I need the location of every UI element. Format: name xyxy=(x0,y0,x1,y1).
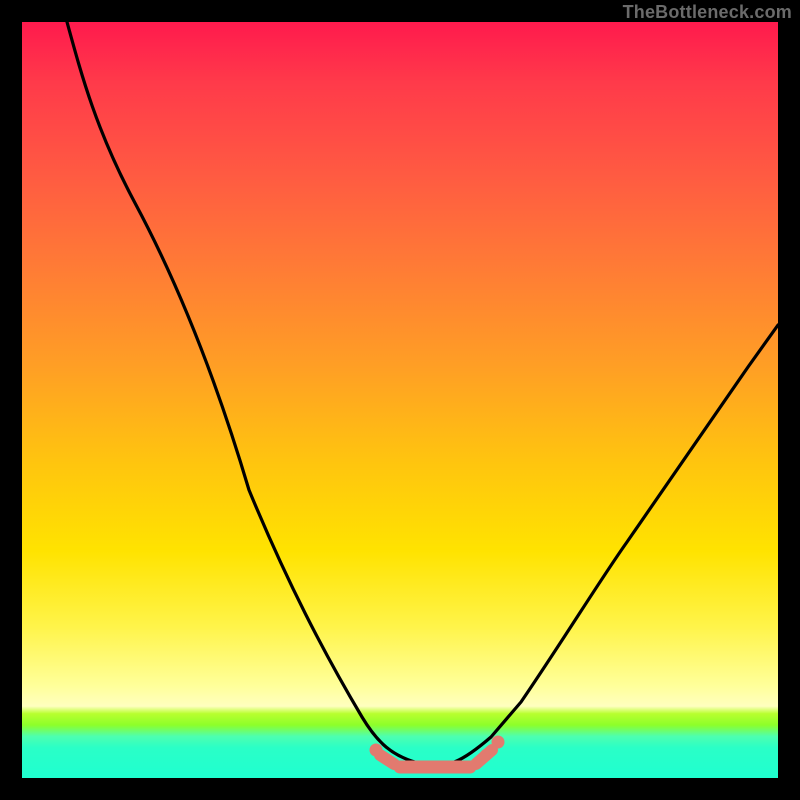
gradient-background xyxy=(22,22,778,778)
watermark-text: TheBottleneck.com xyxy=(623,2,792,23)
chart-frame xyxy=(22,22,778,778)
